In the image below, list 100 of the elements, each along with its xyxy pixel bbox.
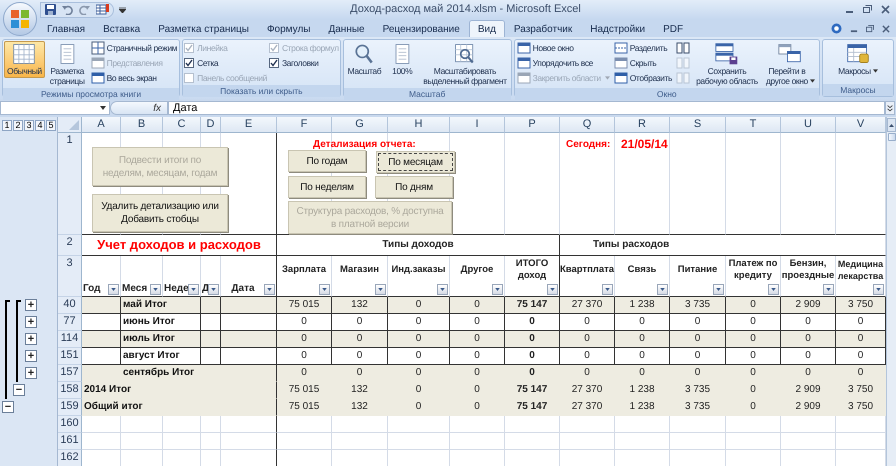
ribbon-button[interactable]: Макросы	[835, 41, 881, 78]
ribbon-tab[interactable]: Вид	[468, 20, 505, 37]
collapse-button[interactable]: −	[13, 384, 25, 396]
outline-level-button[interactable]: 2	[13, 120, 23, 130]
ribbon-tab[interactable]: Вставка	[94, 20, 150, 37]
filter-button[interactable]	[150, 284, 161, 295]
outline-level-button[interactable]: 5	[46, 120, 56, 130]
row-header[interactable]: 161	[58, 433, 82, 450]
sheet-button[interactable]: По неделям	[288, 176, 366, 198]
expand-button[interactable]: +	[25, 299, 37, 311]
sheet-button[interactable]: По дням	[375, 176, 453, 198]
ribbon-button[interactable]: Обычный	[4, 41, 45, 78]
ribbon-button[interactable]: 100%	[386, 41, 418, 78]
expand-icon[interactable]	[885, 101, 895, 115]
expand-button[interactable]: +	[25, 316, 37, 328]
filter-button[interactable]	[602, 284, 613, 295]
expand-button[interactable]: +	[25, 367, 37, 379]
outline-level-button[interactable]: 3	[24, 120, 34, 130]
row-header[interactable]: 40	[58, 297, 82, 314]
row-header[interactable]: 77	[58, 314, 82, 331]
filter-button[interactable]	[437, 284, 448, 295]
column-header[interactable]: S	[670, 117, 726, 133]
column-header[interactable]: F	[277, 117, 332, 133]
help-icon[interactable]	[831, 23, 842, 34]
ribbon-tab[interactable]: Главная	[38, 20, 94, 37]
filter-button[interactable]	[768, 284, 779, 295]
column-header[interactable]: C	[163, 117, 201, 133]
filter-button[interactable]	[375, 284, 386, 295]
scrollbar-thumb[interactable]	[888, 133, 896, 141]
table-icon[interactable]	[96, 4, 109, 15]
ribbon-button[interactable]: Скрыть	[612, 56, 674, 70]
filter-button[interactable]	[873, 284, 884, 295]
ribbon-button[interactable]: Разделить	[612, 41, 674, 55]
undo-icon[interactable]	[62, 4, 73, 15]
ribbon-tab[interactable]: Формулы	[258, 20, 320, 37]
restore-icon[interactable]	[863, 5, 872, 14]
column-header[interactable]: H	[388, 117, 450, 133]
expand-button[interactable]: +	[25, 350, 37, 362]
column-header[interactable]: U	[781, 117, 836, 133]
sheet-button[interactable]: По годам	[288, 150, 366, 172]
ribbon-button[interactable]: Перейти в другое окно	[762, 41, 818, 88]
column-header[interactable]: V	[836, 117, 886, 133]
ribbon-tab[interactable]: Рецензирование	[374, 20, 469, 37]
formula-field[interactable]: Дата	[168, 101, 885, 115]
ribbon-button[interactable]: Страничный режим	[90, 41, 178, 55]
ribbon-button[interactable]: Сохранить рабочую область	[693, 41, 761, 88]
ribbon-tab[interactable]: Данные	[319, 20, 374, 37]
column-header[interactable]: P	[505, 117, 560, 133]
ribbon-tab[interactable]: Разметка страницы	[149, 20, 258, 37]
ribbon-button[interactable]: Отобразить	[612, 71, 674, 85]
row-header[interactable]: 158	[58, 382, 82, 399]
column-header[interactable]: B	[121, 117, 163, 133]
ribbon-button[interactable]: Упорядочить все	[516, 56, 611, 70]
filter-button[interactable]	[208, 284, 219, 295]
row-header[interactable]: 114	[58, 331, 82, 348]
close-icon[interactable]	[881, 5, 890, 14]
filter-button[interactable]	[657, 284, 668, 295]
scroll-up-icon[interactable]	[887, 118, 896, 132]
function-button[interactable]: fx	[110, 101, 168, 115]
row-header[interactable]: 3	[58, 256, 82, 297]
column-header[interactable]: G	[332, 117, 388, 133]
column-header[interactable]: R	[615, 117, 670, 133]
restore-icon[interactable]	[866, 24, 874, 32]
row-header[interactable]: 159	[58, 399, 82, 416]
expand-button[interactable]: +	[25, 333, 37, 345]
checkbox[interactable]	[184, 58, 194, 68]
filter-button[interactable]	[108, 284, 119, 295]
row-header[interactable]: 151	[58, 348, 82, 365]
column-header[interactable]: D	[201, 117, 221, 133]
customize-caret-icon[interactable]	[119, 6, 126, 12]
ribbon-tab[interactable]: Надстройки	[581, 20, 654, 37]
filter-button[interactable]	[264, 284, 275, 295]
filter-button[interactable]	[713, 284, 724, 295]
filter-button[interactable]	[188, 284, 199, 295]
column-header[interactable]: I	[450, 117, 505, 133]
row-header[interactable]: 2	[58, 235, 82, 256]
sheet-button[interactable]: Удалить детализацию или Добавить стобцы	[92, 194, 228, 232]
ribbon-tab[interactable]: Разработчик	[504, 20, 582, 37]
filter-button[interactable]	[492, 284, 503, 295]
vertical-scrollbar[interactable]	[886, 117, 896, 466]
ribbon-button[interactable]: Во весь экран	[90, 71, 178, 85]
column-header[interactable]: T	[726, 117, 781, 133]
outline-level-button[interactable]: 4	[35, 120, 45, 130]
filter-button[interactable]	[823, 284, 834, 295]
checkbox[interactable]	[268, 58, 279, 68]
ribbon-tab[interactable]: PDF	[654, 20, 692, 37]
outline-level-button[interactable]: 1	[2, 120, 12, 130]
column-header[interactable]: Q	[560, 117, 615, 133]
ribbon-button[interactable]: Масштабировать выделенный фрагмент	[420, 41, 510, 88]
collapse-button[interactable]: −	[2, 401, 14, 413]
save-icon[interactable]	[45, 4, 56, 15]
ribbon-button[interactable]: Масштаб	[344, 41, 384, 78]
column-header[interactable]: A	[82, 117, 121, 133]
sheet-button[interactable]: По месяцам	[376, 151, 455, 173]
filter-button[interactable]	[319, 284, 330, 295]
row-header[interactable]: 157	[58, 365, 82, 382]
ribbon-button[interactable]: Новое окно	[516, 41, 611, 55]
row-header[interactable]: 162	[58, 450, 82, 466]
column-header[interactable]: E	[221, 117, 277, 133]
ribbon-icon-button[interactable]	[675, 41, 692, 55]
